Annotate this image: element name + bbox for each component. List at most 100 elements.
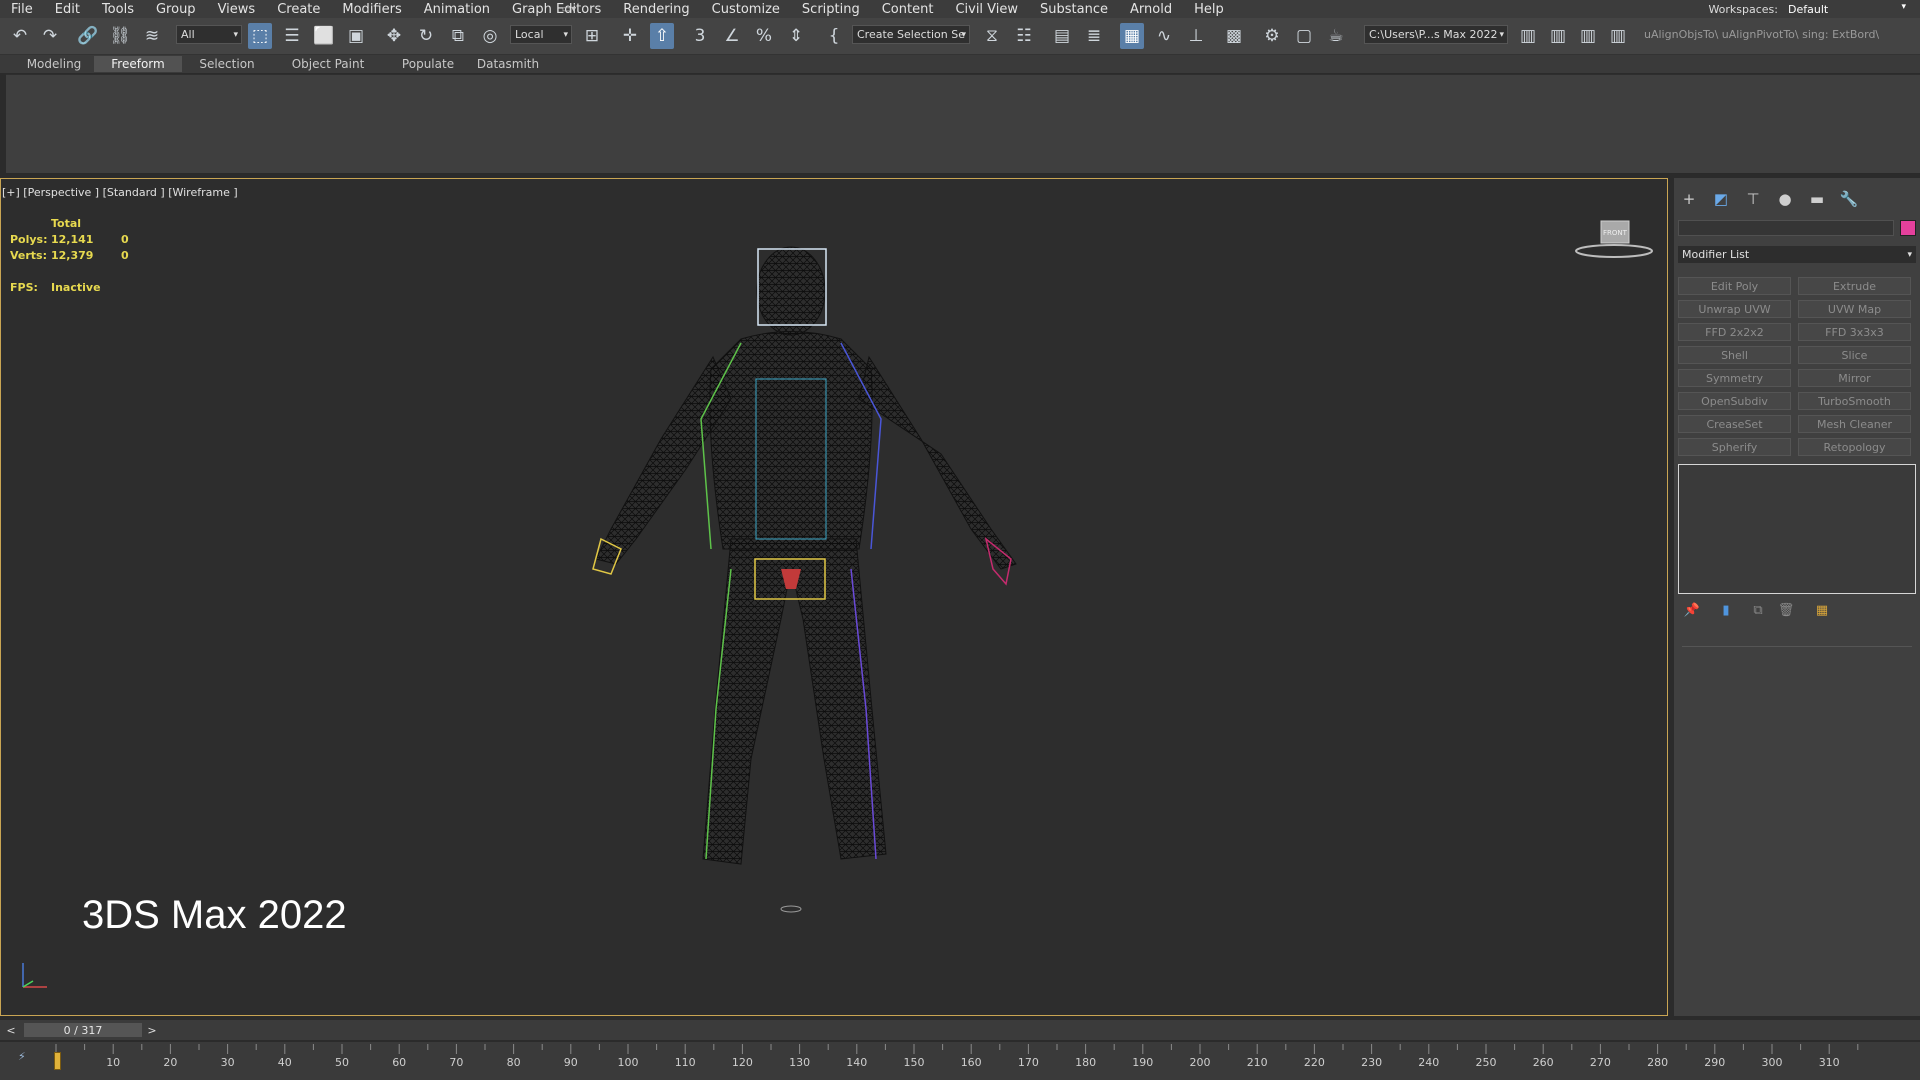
menu-graph-editors[interactable]: Graph Editors [501,2,612,17]
placement-icon[interactable]: ◎ [478,23,502,49]
ribbon-tab-modeling[interactable]: Modeling [8,56,100,72]
time-next-button[interactable]: > [145,1023,159,1037]
layer-explorer-icon[interactable]: ≣ [1082,23,1106,49]
character-wireframe-model[interactable] [541,239,1041,939]
unlink-icon[interactable]: ⛓ [108,23,132,49]
time-slider-thumb[interactable]: 0 / 317 [24,1023,142,1037]
menu-file[interactable]: File [0,2,44,17]
utilities-tab-icon[interactable]: 🔧 [1838,188,1860,210]
menu-rendering[interactable]: Rendering [612,2,700,17]
make-unique-icon[interactable]: ⧉ [1748,600,1768,620]
modifier-button-mirror[interactable]: Mirror [1798,369,1911,387]
scene-explorer-icon[interactable]: ▤ [1050,23,1074,49]
schematic-view-icon[interactable]: ⊥ [1184,23,1208,49]
angle-snap-icon[interactable]: ∠ [720,23,744,49]
ribbon-options-icon[interactable]: ▭▾ [558,1,580,17]
modifier-button-slice[interactable]: Slice [1798,346,1911,364]
show-end-result-icon[interactable]: ▮ [1716,600,1736,620]
trackbar[interactable]: ⚡ 10 20 30 40 50 60 70 80 90 100 110 120 130 140 150 16… [0,1042,1920,1080]
redo-icon[interactable]: ↷ [38,23,62,49]
menu-scripting[interactable]: Scripting [791,2,871,17]
modifier-list-dropdown[interactable]: Modifier List [1678,246,1916,263]
render-production-icon[interactable]: ☕ [1324,23,1348,49]
time-slider[interactable]: < 0 / 317 > [0,1020,1920,1040]
ribbon-tab-freeform[interactable]: Freeform [94,56,182,72]
project-path-dropdown[interactable]: C:\Users\P...s Max 2022 [1364,25,1508,44]
curve-editor-icon[interactable]: ∿ [1152,23,1176,49]
modifier-button-opensubdiv[interactable]: OpenSubdiv [1678,392,1791,410]
pivot-center-icon[interactable]: ⊞ [580,23,604,49]
remove-modifier-icon[interactable]: 🗑 [1776,600,1796,620]
display-tab-icon[interactable]: ▬ [1806,188,1828,210]
menu-group[interactable]: Group [145,2,207,17]
render-setup-icon[interactable]: ⚙ [1260,23,1284,49]
rendered-frame-window-icon[interactable]: ▢ [1292,23,1316,49]
link-icon[interactable]: 🔗 [76,23,100,49]
modifier-button-turbosmooth[interactable]: TurboSmooth [1798,392,1911,410]
reference-coordinate-dropdown[interactable]: Local [510,25,572,44]
modifier-button-retopology[interactable]: Retopology [1798,438,1911,456]
menu-animation[interactable]: Animation [413,2,501,17]
percent-snap-icon[interactable]: % [752,23,776,49]
motion-tab-icon[interactable]: ● [1774,188,1796,210]
viewcube[interactable]: FRONT [1571,217,1661,261]
menu-civil-view[interactable]: Civil View [944,2,1029,17]
menu-substance[interactable]: Substance [1029,2,1119,17]
menu-arnold[interactable]: Arnold [1119,2,1183,17]
menu-help[interactable]: Help [1183,2,1235,17]
ribbon-tab-datasmith[interactable]: Datasmith [468,56,548,72]
workspaces-dropdown[interactable]: Default [1784,1,1908,17]
rectangular-selection-icon[interactable]: ⬜ [312,23,336,49]
edit-named-selection-icon[interactable]: { [822,23,846,49]
menu-customize[interactable]: Customize [701,2,791,17]
keyboard-shortcut-override-icon[interactable]: ⇧ [650,23,674,49]
move-icon[interactable]: ✥ [382,23,406,49]
align-icon[interactable]: ☷ [1012,23,1036,49]
ribbon-tab-selection[interactable]: Selection [186,56,268,72]
select-manipulate-icon[interactable]: ✛ [618,23,642,49]
configure-modifier-sets-icon[interactable]: ▦ [1812,600,1832,620]
menu-edit[interactable]: Edit [44,2,91,17]
object-name-field[interactable] [1678,220,1894,236]
snaps-toggle-icon[interactable]: 3 [688,23,712,49]
select-by-name-icon[interactable]: ☰ [280,23,304,49]
undo-icon[interactable]: ↶ [8,23,32,49]
modifier-button-spherify[interactable]: Spherify [1678,438,1791,456]
create-tab-icon[interactable]: + [1678,188,1700,210]
ribbon-tab-object-paint[interactable]: Object Paint [282,56,374,72]
script-button-4-icon[interactable]: ▥ [1606,23,1630,49]
scale-icon[interactable]: ⧉ [446,23,470,49]
modifier-button-shell[interactable]: Shell [1678,346,1791,364]
modifier-button-unwrap-uvw[interactable]: Unwrap UVW [1678,300,1791,318]
toggle-ribbon-icon[interactable]: ▦ [1120,23,1144,49]
object-color-swatch[interactable] [1900,220,1916,236]
modifier-button-ffd-3x3x3[interactable]: FFD 3x3x3 [1798,323,1911,341]
modifier-button-ffd-2x2x2[interactable]: FFD 2x2x2 [1678,323,1791,341]
viewport-label-menu[interactable]: [+] [Perspective ] [Standard ] [Wirefram… [2,186,238,199]
mirror-icon[interactable]: ⧖ [980,23,1004,49]
perspective-viewport[interactable]: [+] [Perspective ] [Standard ] [Wirefram… [0,178,1668,1016]
menu-modifiers[interactable]: Modifiers [331,2,412,17]
named-selection-sets-dropdown[interactable]: Create Selection Se [852,25,970,44]
select-object-icon[interactable]: ⬚ [248,23,272,49]
modifier-button-uvw-map[interactable]: UVW Map [1798,300,1911,318]
modifier-stack[interactable] [1678,464,1916,594]
modifier-button-creaseset[interactable]: CreaseSet [1678,415,1791,433]
script-button-3-icon[interactable]: ▥ [1576,23,1600,49]
modifier-button-symmetry[interactable]: Symmetry [1678,369,1791,387]
modifier-button-mesh-cleaner[interactable]: Mesh Cleaner [1798,415,1911,433]
menu-views[interactable]: Views [207,2,267,17]
modifier-button-edit-poly[interactable]: Edit Poly [1678,277,1791,295]
menu-tools[interactable]: Tools [91,2,145,17]
menu-content[interactable]: Content [871,2,945,17]
hierarchy-tab-icon[interactable]: ⊤ [1742,188,1764,210]
spinner-snap-icon[interactable]: ⇕ [784,23,808,49]
script-button-1-icon[interactable]: ▥ [1516,23,1540,49]
rotate-icon[interactable]: ↻ [414,23,438,49]
pin-stack-icon[interactable]: 📌 [1682,600,1702,620]
window-crossing-icon[interactable]: ▣ [344,23,368,49]
material-editor-icon[interactable]: ▩ [1222,23,1246,49]
script-button-2-icon[interactable]: ▥ [1546,23,1570,49]
bind-space-warp-icon[interactable]: ≋ [140,23,164,49]
time-prev-button[interactable]: < [4,1023,18,1037]
